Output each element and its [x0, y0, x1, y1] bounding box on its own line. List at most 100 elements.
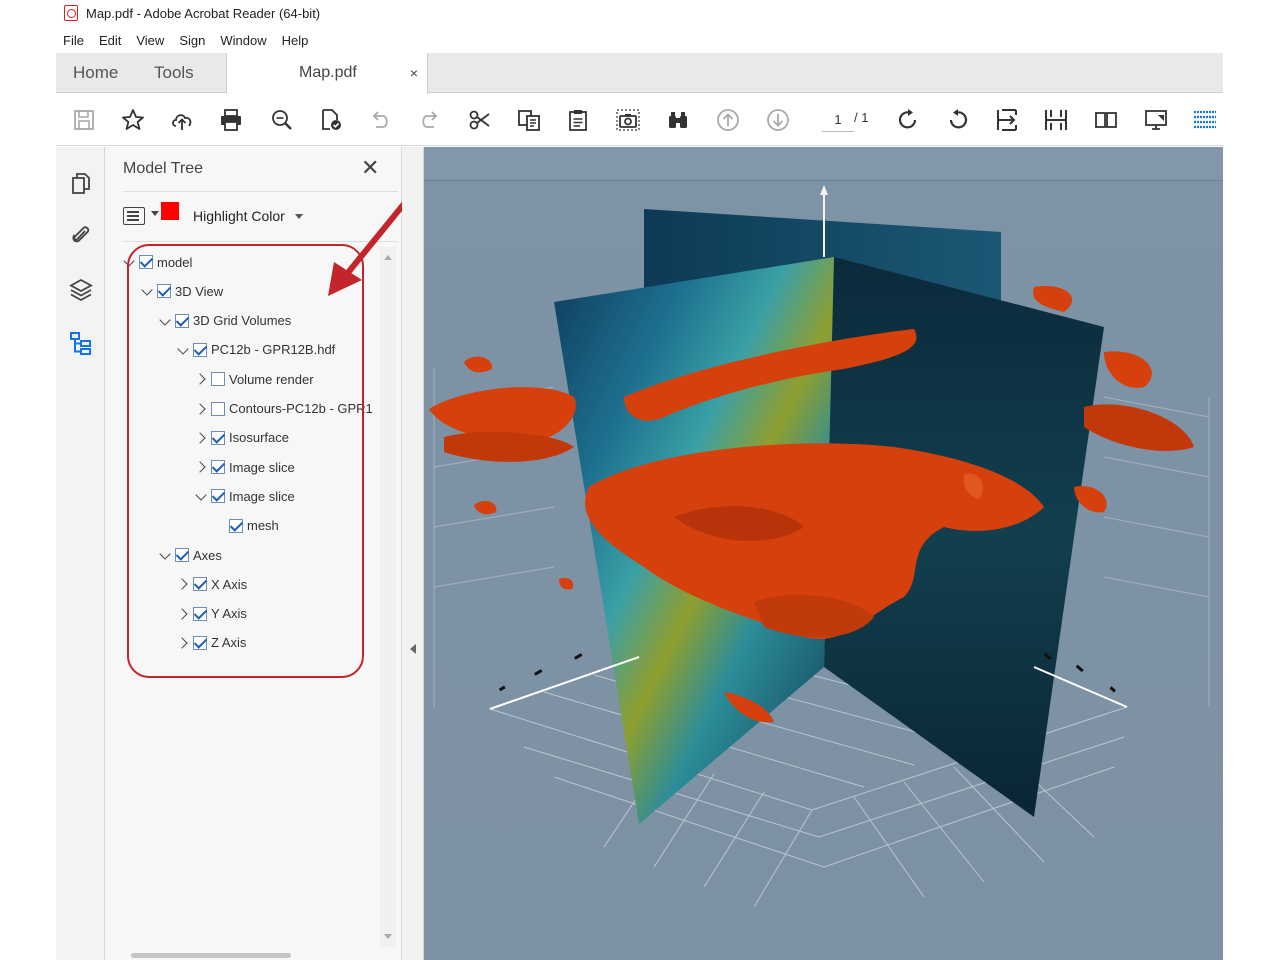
chevron-down-icon[interactable]	[141, 284, 155, 298]
tree-node-label[interactable]: Y Axis	[211, 606, 247, 621]
scroll-up-icon[interactable]	[384, 255, 392, 260]
tree-node[interactable]: Isosurface	[195, 427, 289, 449]
tree-node[interactable]: X Axis	[177, 573, 247, 595]
tree-node[interactable]: Image slice	[195, 456, 295, 478]
tree-node-checkbox[interactable]	[193, 635, 207, 650]
tree-node[interactable]: Z Axis	[177, 632, 246, 654]
chevron-right-icon[interactable]	[177, 636, 191, 650]
tree-node-label[interactable]: mesh	[247, 518, 279, 533]
tree-node-label[interactable]: Z Axis	[211, 635, 246, 650]
tree-node-label[interactable]: Image slice	[229, 460, 295, 475]
chevron-right-icon[interactable]	[177, 607, 191, 621]
tree-node-checkbox[interactable]	[211, 430, 225, 445]
print-button[interactable]	[215, 104, 247, 136]
tree-node-label[interactable]: model	[157, 255, 192, 270]
more-tools-button[interactable]	[1189, 104, 1221, 136]
tree-node-checkbox[interactable]	[229, 518, 243, 533]
chevron-down-icon[interactable]	[195, 489, 209, 503]
panel-splitter[interactable]	[402, 147, 424, 960]
tree-node[interactable]: PC12b - GPR12B.hdf	[177, 339, 335, 361]
model-tree-button[interactable]	[66, 328, 96, 358]
tree-node-label[interactable]: 3D Grid Volumes	[193, 313, 291, 328]
chevron-right-icon[interactable]	[195, 372, 209, 386]
tree-node[interactable]: Contours-PC12b - GPR1	[195, 398, 373, 420]
tree-node-label[interactable]: Volume render	[229, 372, 314, 387]
presentation-button[interactable]	[1140, 104, 1172, 136]
menu-edit[interactable]: Edit	[99, 33, 121, 48]
chevron-right-icon[interactable]	[195, 431, 209, 445]
attachments-button[interactable]	[66, 220, 96, 250]
cut-button[interactable]	[464, 104, 496, 136]
redo-button[interactable]	[414, 104, 446, 136]
tree-node-label[interactable]: PC12b - GPR12B.hdf	[211, 342, 335, 357]
fit-width-button[interactable]	[1040, 104, 1072, 136]
scroll-down-icon[interactable]	[384, 934, 392, 939]
menu-view[interactable]: View	[136, 33, 164, 48]
tab-home[interactable]: Home	[73, 53, 118, 93]
tree-node[interactable]: 3D View	[141, 280, 223, 302]
tree-node[interactable]: Axes	[159, 544, 222, 566]
menu-file[interactable]: File	[63, 33, 84, 48]
tree-node-checkbox[interactable]	[175, 313, 189, 328]
tree-scrollbar[interactable]	[380, 247, 396, 947]
tree-node-label[interactable]: Axes	[193, 548, 222, 563]
next-page-button[interactable]	[762, 104, 794, 136]
tree-node[interactable]: model	[123, 251, 192, 273]
find-button[interactable]	[662, 104, 694, 136]
horizontal-scroll-thumb[interactable]	[131, 953, 291, 958]
copy-button[interactable]	[513, 104, 545, 136]
tree-node[interactable]: Volume render	[195, 368, 314, 390]
tree-node-label[interactable]: 3D View	[175, 284, 223, 299]
edit-pdf-button[interactable]	[315, 104, 347, 136]
chevron-down-icon[interactable]	[123, 255, 137, 269]
chevron-right-icon[interactable]	[195, 402, 209, 416]
tree-node-checkbox[interactable]	[211, 460, 225, 475]
tree-node-checkbox[interactable]	[211, 401, 225, 416]
undo-button[interactable]	[364, 104, 396, 136]
3d-viewer[interactable]	[424, 147, 1223, 960]
3d-scene[interactable]	[424, 147, 1223, 960]
tree-node-checkbox[interactable]	[211, 489, 225, 504]
tree-node[interactable]: Y Axis	[177, 603, 247, 625]
menu-window[interactable]: Window	[220, 33, 266, 48]
chevron-down-icon[interactable]	[159, 314, 173, 328]
tab-document[interactable]: Map.pdf ×	[226, 53, 428, 94]
chevron-right-icon[interactable]	[177, 577, 191, 591]
tree-node-label[interactable]: Isosurface	[229, 430, 289, 445]
options-dropdown-icon[interactable]	[151, 211, 159, 216]
previous-page-button[interactable]	[712, 104, 744, 136]
tree-node-checkbox[interactable]	[211, 372, 225, 387]
tree-node-label[interactable]: Image slice	[229, 489, 295, 504]
highlight-color-swatch[interactable]	[161, 202, 179, 220]
chevron-down-icon[interactable]	[177, 343, 191, 357]
tree-node-checkbox[interactable]	[139, 255, 153, 269]
highlight-color-dropdown[interactable]: Highlight Color	[193, 208, 285, 224]
rotate-counterclockwise-button[interactable]	[942, 104, 974, 136]
pages-button[interactable]	[66, 169, 96, 199]
tree-node[interactable]: mesh	[213, 515, 279, 537]
tree-node[interactable]: Image slice	[195, 485, 295, 507]
two-page-button[interactable]	[1090, 104, 1122, 136]
tree-node-checkbox[interactable]	[175, 548, 189, 562]
tree-options-icon[interactable]	[123, 207, 145, 225]
tree-node-checkbox[interactable]	[157, 284, 171, 299]
save-button[interactable]	[68, 104, 100, 136]
chevron-right-icon[interactable]	[195, 460, 209, 474]
tree-node-label[interactable]: X Axis	[211, 577, 247, 592]
tree-node-checkbox[interactable]	[193, 577, 207, 592]
tab-tools[interactable]: Tools	[154, 53, 194, 93]
page-number-input[interactable]	[822, 108, 854, 132]
menu-help[interactable]: Help	[282, 33, 309, 48]
chevron-down-icon[interactable]	[295, 214, 303, 219]
zoom-button[interactable]	[266, 104, 298, 136]
bookmark-button[interactable]	[117, 104, 149, 136]
menu-sign[interactable]: Sign	[179, 33, 205, 48]
rotate-clockwise-button[interactable]	[892, 104, 924, 136]
panel-close-button[interactable]: ✕	[361, 157, 379, 179]
tree-node-label[interactable]: Contours-PC12b - GPR1	[229, 401, 373, 416]
collapse-panel-icon[interactable]	[410, 644, 416, 654]
tab-close-icon[interactable]: ×	[410, 53, 418, 93]
upload-button[interactable]	[166, 104, 198, 136]
paste-button[interactable]	[562, 104, 594, 136]
tree-node-checkbox[interactable]	[193, 342, 207, 357]
